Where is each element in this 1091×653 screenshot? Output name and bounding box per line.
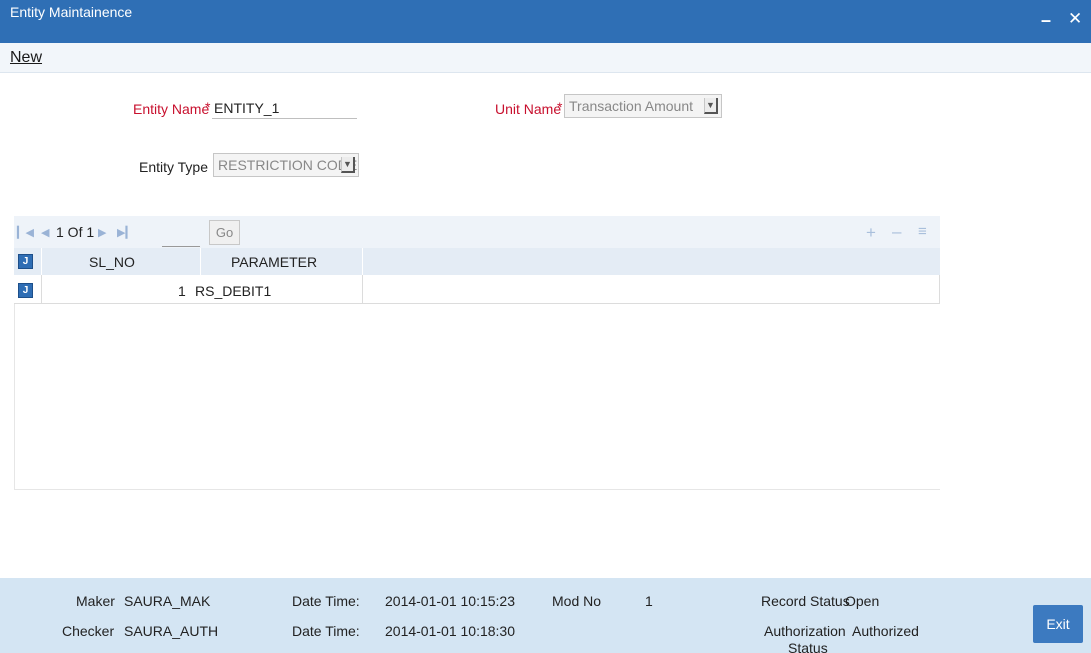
grid-body xyxy=(14,304,940,490)
column-header-sl-no[interactable]: SL_NO xyxy=(89,254,135,270)
minimize-icon[interactable]: – xyxy=(1041,10,1051,31)
next-page-icon[interactable]: ▶ xyxy=(98,226,106,239)
entity-name-label: Entity Name xyxy=(133,101,210,117)
checker-value: SAURA_AUTH xyxy=(124,623,219,639)
chevron-down-icon: ▼ xyxy=(341,157,355,173)
column-divider xyxy=(939,275,940,304)
column-divider xyxy=(41,248,42,275)
select-all-checkbox[interactable]: J xyxy=(18,254,33,269)
first-page-icon[interactable]: ▎◀ xyxy=(17,226,34,239)
single-view-icon[interactable]: ≡ xyxy=(918,223,927,240)
checker-label: Checker xyxy=(62,623,115,639)
chevron-down-icon: ▼ xyxy=(704,98,718,114)
entity-name-input[interactable] xyxy=(212,97,357,119)
mod-no-value: 1 xyxy=(645,593,653,609)
authorization-status-label-line2: Status xyxy=(788,640,828,653)
grid-header: J SL_NO PARAMETER xyxy=(14,248,940,275)
authorization-status-label: Authorization xyxy=(764,623,846,639)
prev-page-icon[interactable]: ◀ xyxy=(41,226,49,239)
unit-name-value: Transaction Amount xyxy=(569,98,693,114)
exit-button[interactable]: Exit xyxy=(1033,605,1083,643)
table-row[interactable]: J 1 RS_DEBIT1 xyxy=(14,275,940,304)
row-parameter[interactable]: RS_DEBIT1 xyxy=(195,283,271,299)
last-page-icon[interactable]: ▶▎ xyxy=(117,226,134,239)
checker-date-time-value: 2014-01-01 10:18:30 xyxy=(385,623,515,639)
maker-label: Maker xyxy=(76,593,115,609)
record-status-label: Record Status xyxy=(761,593,850,609)
page-indicator: 1 Of 1 xyxy=(56,224,95,240)
toolbar: New xyxy=(0,43,1091,73)
unit-name-label: Unit Name xyxy=(495,101,562,117)
maker-value: SAURA_MAK xyxy=(124,593,211,609)
entity-type-select[interactable]: RESTRICTION CODE ▼ xyxy=(213,153,359,177)
authorization-status-value: Authorized xyxy=(852,623,919,639)
entity-name-required-mark: * xyxy=(205,99,211,115)
unit-name-required-mark: * xyxy=(557,99,563,115)
row-sl-no[interactable]: 1 xyxy=(178,283,186,299)
entity-type-value: RESTRICTION CODE xyxy=(218,157,358,173)
record-status-value: Open xyxy=(845,593,880,609)
grid-pagination-bar: ▎◀ ◀ 1 Of 1 ▶ ▶▎ Go + – ≡ xyxy=(14,216,940,248)
audit-footer: Maker SAURA_MAK Checker SAURA_AUTH Date … xyxy=(0,578,1091,653)
column-header-parameter[interactable]: PARAMETER xyxy=(231,254,317,270)
checker-date-time-label: Date Time: xyxy=(292,623,360,639)
unit-name-select[interactable]: Transaction Amount ▼ xyxy=(564,94,722,118)
column-divider xyxy=(41,275,42,304)
title-bar: Entity Maintainence – ✕ xyxy=(0,0,1091,43)
go-button[interactable]: Go xyxy=(209,220,240,245)
close-icon[interactable]: ✕ xyxy=(1068,9,1082,29)
maker-date-time-value: 2014-01-01 10:15:23 xyxy=(385,593,515,609)
new-link[interactable]: New xyxy=(10,49,42,67)
row-checkbox[interactable]: J xyxy=(18,283,33,298)
maker-date-time-label: Date Time: xyxy=(292,593,360,609)
column-divider xyxy=(362,248,363,275)
column-divider xyxy=(200,248,201,275)
add-row-icon[interactable]: + xyxy=(866,223,876,243)
mod-no-label: Mod No xyxy=(552,593,602,609)
entity-type-label: Entity Type xyxy=(139,159,209,175)
page-number-input[interactable] xyxy=(162,246,200,247)
column-divider xyxy=(362,275,363,304)
window-title: Entity Maintainence xyxy=(10,4,133,20)
delete-row-icon[interactable]: – xyxy=(892,222,901,242)
